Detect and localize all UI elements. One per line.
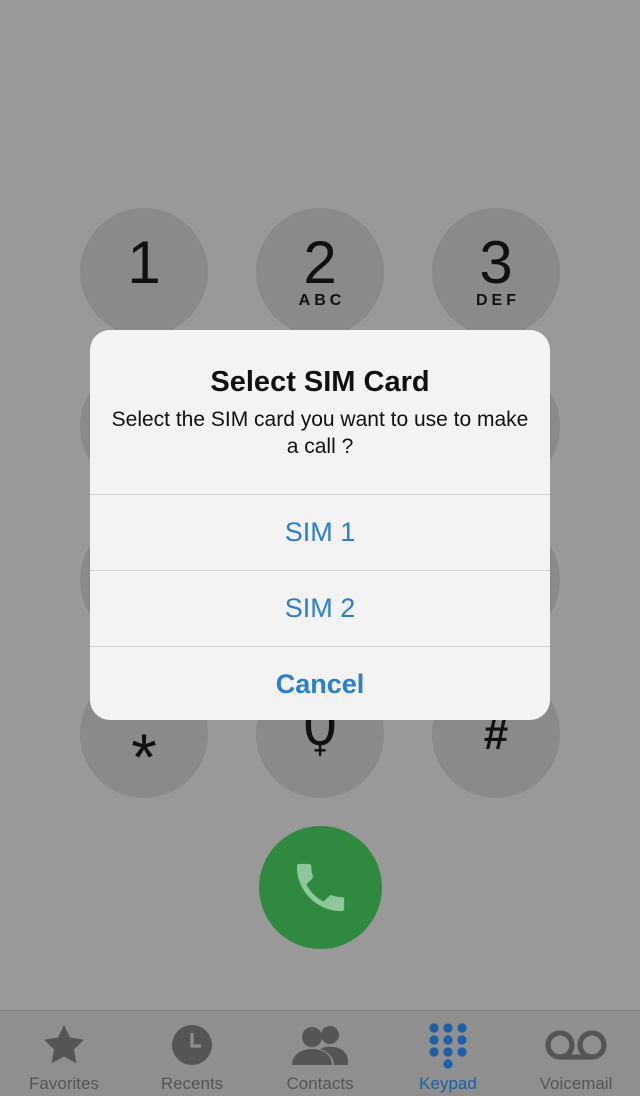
tab-label: Recents	[160, 1074, 224, 1093]
keypad-icon	[384, 1021, 512, 1069]
alert-message: Select the SIM card you want to use to m…	[111, 408, 529, 458]
key-digit: 2	[303, 229, 337, 296]
key-letters: DEF	[476, 292, 520, 309]
tab-recents[interactable]: Recents	[128, 1011, 256, 1096]
key-digit: 1	[127, 229, 161, 296]
cancel-button[interactable]: Cancel	[90, 646, 550, 720]
keypad-key-1[interactable]: 1	[80, 208, 208, 336]
key-plus: +	[313, 738, 327, 763]
voicemail-icon	[512, 1021, 640, 1069]
tab-label: Favorites	[29, 1074, 99, 1093]
key-star: *	[131, 720, 157, 794]
select-sim-alert: Select SIM Card Select the SIM card you …	[90, 330, 550, 720]
sim-1-button[interactable]: SIM 1	[90, 494, 550, 570]
keypad-key-2[interactable]: 2 ABC	[256, 208, 384, 336]
keypad-key-3[interactable]: 3 DEF	[432, 208, 560, 336]
sim-2-button[interactable]: SIM 2	[90, 570, 550, 646]
clock-icon	[128, 1021, 256, 1069]
star-icon	[0, 1021, 128, 1069]
tab-voicemail[interactable]: Voicemail	[512, 1011, 640, 1096]
phone-icon	[296, 863, 345, 912]
key-letters: ABC	[298, 292, 346, 309]
call-button[interactable]	[259, 826, 382, 949]
tab-label: Voicemail	[539, 1074, 613, 1093]
tab-keypad[interactable]: Keypad	[384, 1011, 512, 1096]
contacts-icon	[256, 1021, 384, 1069]
key-digit: 3	[479, 229, 513, 296]
tab-favorites[interactable]: Favorites	[0, 1011, 128, 1096]
tab-contacts[interactable]: Contacts	[256, 1011, 384, 1096]
tab-bar: Favorites Recents Contacts Keypad Voicem…	[0, 1010, 640, 1096]
tab-label: Contacts	[286, 1074, 354, 1093]
alert-title: Select SIM Card	[210, 366, 430, 398]
tab-label: Keypad	[419, 1074, 477, 1093]
